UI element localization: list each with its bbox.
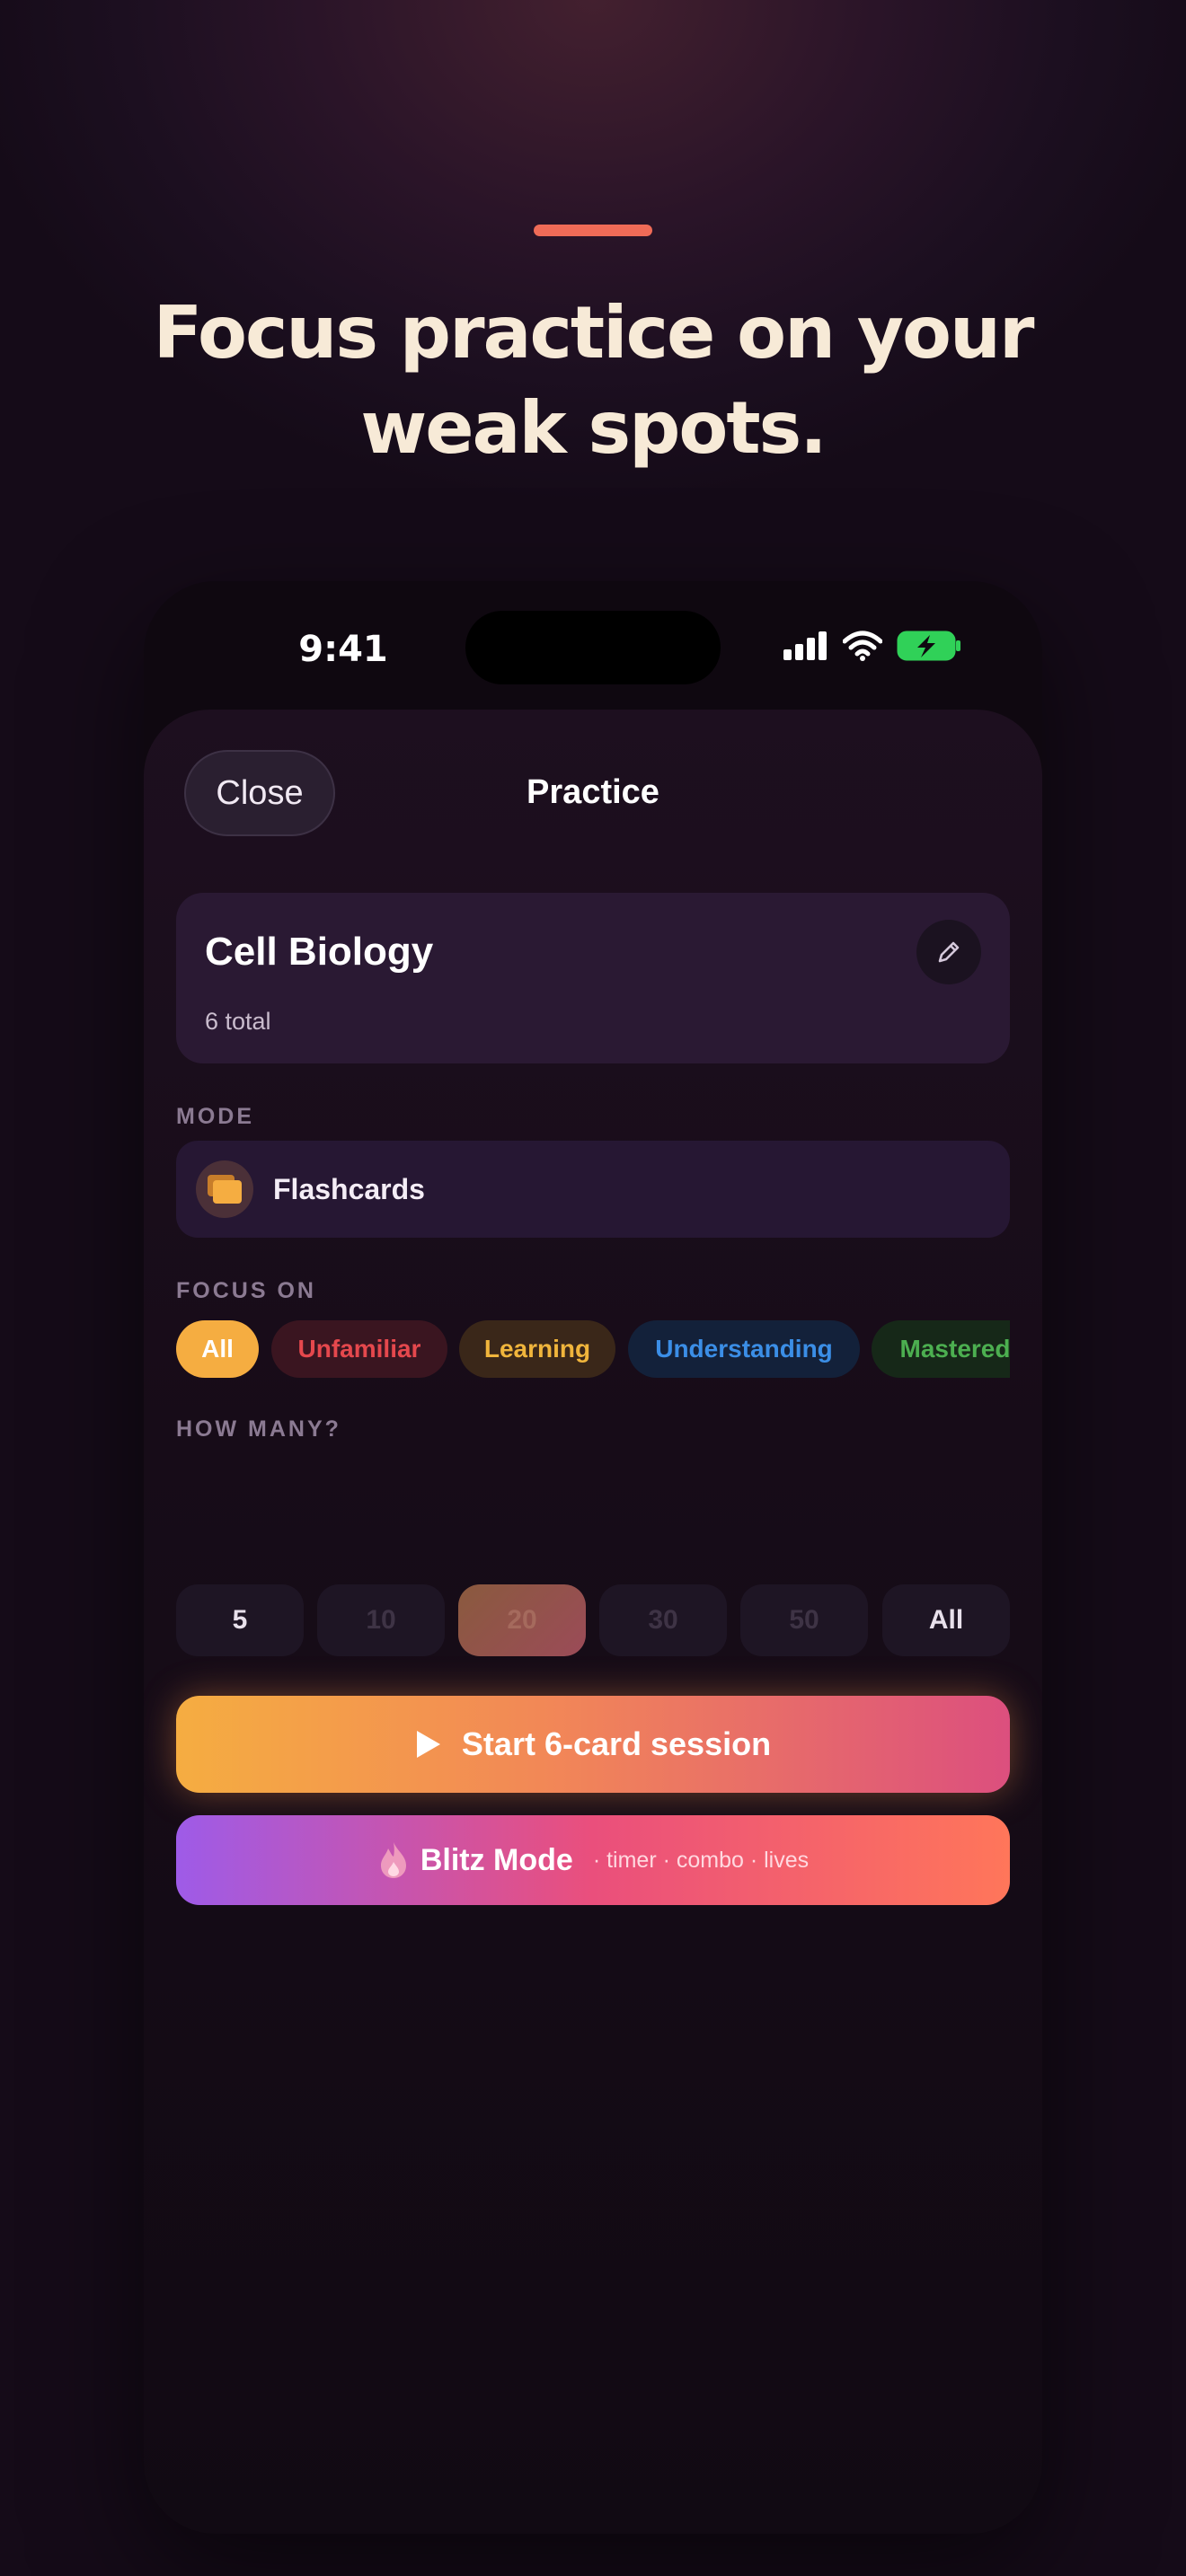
focus-section-label: FOCUS ON	[176, 1278, 316, 1303]
practice-sheet: Close Practice Cell Biology 6 total MODE…	[144, 710, 1042, 2534]
focus-chip-learning[interactable]: Learning	[459, 1320, 615, 1378]
how-many-section-label: HOW MANY?	[176, 1416, 341, 1442]
sheet-title: Practice	[527, 773, 659, 811]
blitz-mode-label: Blitz Mode	[420, 1842, 573, 1877]
pencil-icon	[938, 941, 960, 963]
count-option-30[interactable]: 30	[599, 1584, 727, 1656]
blitz-mode-button[interactable]: Blitz Mode · timer · combo · lives	[176, 1815, 1010, 1905]
start-session-label: Start 6-card session	[461, 1725, 772, 1762]
marketing-headline: Focus practice on your weak spots.	[0, 286, 1186, 476]
focus-chip-mastered[interactable]: Mastered	[872, 1320, 1010, 1378]
status-time: 9:41	[298, 629, 388, 670]
dynamic-island	[465, 611, 721, 684]
phone-frame: 9:41 Close Practice Cell Biology 6 total	[144, 581, 1042, 2534]
edit-deck-button[interactable]	[916, 920, 981, 984]
deck-card: Cell Biology 6 total	[176, 893, 1010, 1063]
mode-label: Flashcards	[273, 1173, 425, 1205]
count-option-20[interactable]: 20	[458, 1584, 586, 1656]
how-many-options: 5 10 20 30 50 All	[176, 1584, 1010, 1658]
focus-chip-all[interactable]: All	[176, 1320, 259, 1378]
blitz-mode-subtitle: · timer · combo · lives	[592, 1847, 810, 1873]
battery-charging-icon	[897, 631, 960, 661]
start-session-button[interactable]: Start 6-card session	[176, 1696, 1010, 1793]
mode-selector[interactable]: Flashcards	[176, 1141, 1010, 1238]
deck-card-count: 6 total	[205, 1008, 271, 1035]
status-icons	[783, 631, 961, 661]
mode-icon-badge	[196, 1160, 253, 1218]
cards-icon	[208, 1175, 242, 1204]
wifi-icon	[843, 631, 882, 661]
focus-chip-unfamiliar[interactable]: Unfamiliar	[271, 1320, 447, 1378]
count-option-50[interactable]: 50	[740, 1584, 868, 1656]
focus-chips: All Unfamiliar Learning Understanding Ma…	[176, 1320, 1010, 1380]
play-icon	[416, 1731, 440, 1758]
count-option-5[interactable]: 5	[176, 1584, 304, 1656]
count-option-10[interactable]: 10	[317, 1584, 445, 1656]
focus-chip-understanding[interactable]: Understanding	[628, 1320, 860, 1378]
flame-icon	[380, 1842, 406, 1878]
deck-title: Cell Biology	[205, 930, 434, 974]
count-option-all[interactable]: All	[882, 1584, 1010, 1656]
mode-section-label: MODE	[176, 1104, 254, 1129]
cellular-signal-icon	[783, 631, 827, 660]
headline-line-1: Focus practice on your	[153, 291, 1035, 375]
headline-line-2: weak spots.	[360, 386, 827, 470]
accent-bar	[534, 225, 652, 236]
